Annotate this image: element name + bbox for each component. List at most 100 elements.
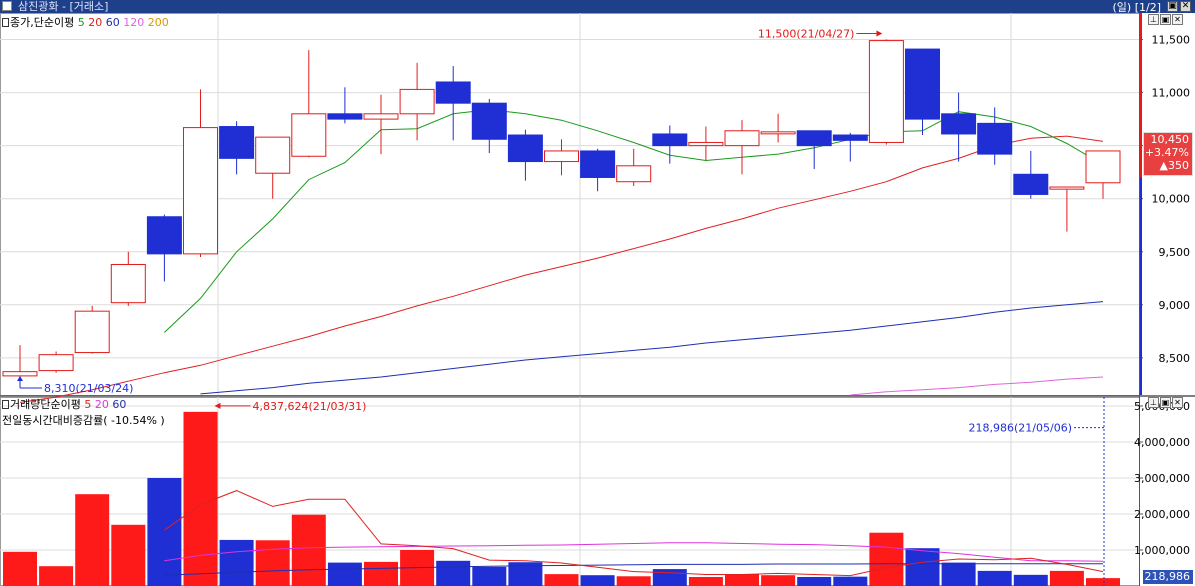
volume-bar [39, 566, 74, 586]
price-tick-label: 10,000 [1152, 193, 1191, 206]
current-volume-box: 218,986 [1143, 570, 1193, 584]
title-bar: 삼진광화 - [거래소] (일) [1/2] ▣ ✕ [0, 0, 1195, 14]
candle-body [471, 102, 507, 140]
price-tick-label: 9,000 [1159, 299, 1191, 312]
volume-legend-checkbox[interactable] [2, 400, 9, 409]
candle-body [2, 371, 38, 377]
price-legend-title: 종가,단순이평 [10, 16, 75, 29]
volume-bar [941, 562, 976, 586]
volume-bar [255, 540, 290, 586]
window-title: 삼진광화 - [거래소] [18, 0, 109, 13]
vol-panel-maximize-icon[interactable]: ▣ [1160, 397, 1171, 408]
candle-body [327, 113, 363, 120]
price-panel-buttons: ⊥ ▣ ✕ [1148, 14, 1183, 25]
legend-vol-ma5: 5 [84, 398, 92, 411]
stock-chart[interactable]: 8,5009,0009,50010,00010,50011,00011,5001… [0, 13, 1195, 586]
current-price-box: 10,450 +3.47% ▲350 [1143, 132, 1193, 176]
candle-body [941, 113, 977, 135]
candle-body [507, 134, 543, 163]
price-tick-label: 8,500 [1159, 352, 1191, 365]
volume-bar [869, 532, 904, 586]
candle-body [977, 122, 1013, 155]
candle-body [544, 150, 579, 163]
legend-ma5: 5 [77, 16, 85, 29]
price-legend-checkbox[interactable] [2, 18, 9, 27]
legend-vol-ma60: 60 [112, 398, 127, 411]
volume-bar [291, 514, 326, 586]
price-tick-label: 9,500 [1159, 246, 1191, 259]
volume-legend-title: 거래량단순이평 [10, 398, 81, 411]
current-price: 10,450 [1150, 133, 1190, 146]
volume-bar [688, 577, 723, 586]
candle-body [1013, 173, 1049, 195]
volume-bar [75, 494, 110, 586]
volume-bar [725, 574, 759, 586]
candle-body [760, 131, 796, 135]
candle-body [183, 127, 218, 255]
panel-close-icon[interactable]: ✕ [1172, 14, 1183, 25]
volume-bar [364, 561, 398, 586]
volume-bar [219, 539, 254, 586]
close-button[interactable]: ✕ [1180, 1, 1191, 12]
volume-bar [1086, 578, 1120, 586]
candle-body [796, 130, 832, 147]
vol-panel-settings-icon[interactable]: ⊥ [1148, 397, 1159, 408]
volume-bar [977, 570, 1012, 586]
volume-tick-label: 4,000,000 [1134, 436, 1190, 449]
candle-body [255, 136, 291, 174]
price-ma20-line [19, 135, 1104, 403]
volume-tick-label: 2,000,000 [1134, 508, 1190, 521]
volume-bar [147, 478, 182, 586]
restore-button[interactable]: ▣ [1167, 1, 1178, 12]
current-change-pct: +3.47% [1144, 146, 1189, 159]
panel-settings-icon[interactable]: ⊥ [1148, 14, 1159, 25]
candle-body [1049, 186, 1085, 190]
volume-bar [327, 562, 362, 586]
candle-body [652, 133, 688, 147]
panel-maximize-icon[interactable]: ▣ [1160, 14, 1171, 25]
legend-vol-ma20: 20 [94, 398, 109, 411]
volume-bar [833, 576, 868, 586]
vol-panel-close-icon[interactable]: ✕ [1172, 397, 1183, 408]
volume-panel-buttons: ⊥ ▣ ✕ [1148, 397, 1183, 408]
candle-body [435, 81, 471, 104]
candle-body [399, 88, 435, 115]
legend-ma120: 120 [123, 16, 145, 29]
volume-bar [183, 411, 218, 586]
volume-legend: 거래량단순이평 5 20 60 전일동시간대비증감률( -10.54% ) [2, 396, 165, 428]
volume-bar [1049, 570, 1084, 586]
candle-body [74, 310, 110, 354]
candle-body [1085, 150, 1121, 184]
volume-bar [111, 524, 146, 586]
price-ma60-line [200, 301, 1104, 395]
volume-tick-label: 1,000,000 [1134, 544, 1190, 557]
volume-bar [652, 569, 687, 586]
candle-body [868, 40, 904, 143]
volume-bar [905, 548, 940, 586]
candle-body [291, 113, 327, 157]
price-ma120-line [850, 376, 1104, 396]
candle-body [724, 130, 760, 147]
window-menu-icon[interactable] [2, 1, 12, 11]
volume-change-rate: 전일동시간대비증감률( -10.54% ) [2, 414, 165, 427]
legend-ma20: 20 [88, 16, 103, 29]
volume-current-annotation-label: 218,986(21/05/06) [969, 422, 1072, 435]
candle-body [832, 134, 868, 141]
volume-bar [580, 575, 615, 586]
volume-bar [3, 551, 37, 586]
low-annotation-arrow [17, 376, 23, 382]
low-annotation-label: 8,310(21/03/24) [44, 382, 133, 395]
candle-body [219, 126, 255, 159]
volume-bar [761, 575, 796, 586]
candle-body [110, 263, 146, 304]
candle-body [688, 141, 724, 147]
volume-bar [616, 576, 651, 586]
price-panel-frame [0, 13, 1140, 396]
volume-bar [797, 577, 832, 586]
candle-body [38, 354, 74, 372]
volume-bar [544, 574, 579, 586]
volume-bar [472, 566, 507, 586]
candle-body [616, 165, 652, 183]
volume-bar [1013, 574, 1048, 586]
volume-tick-label: 3,000,000 [1134, 472, 1190, 485]
